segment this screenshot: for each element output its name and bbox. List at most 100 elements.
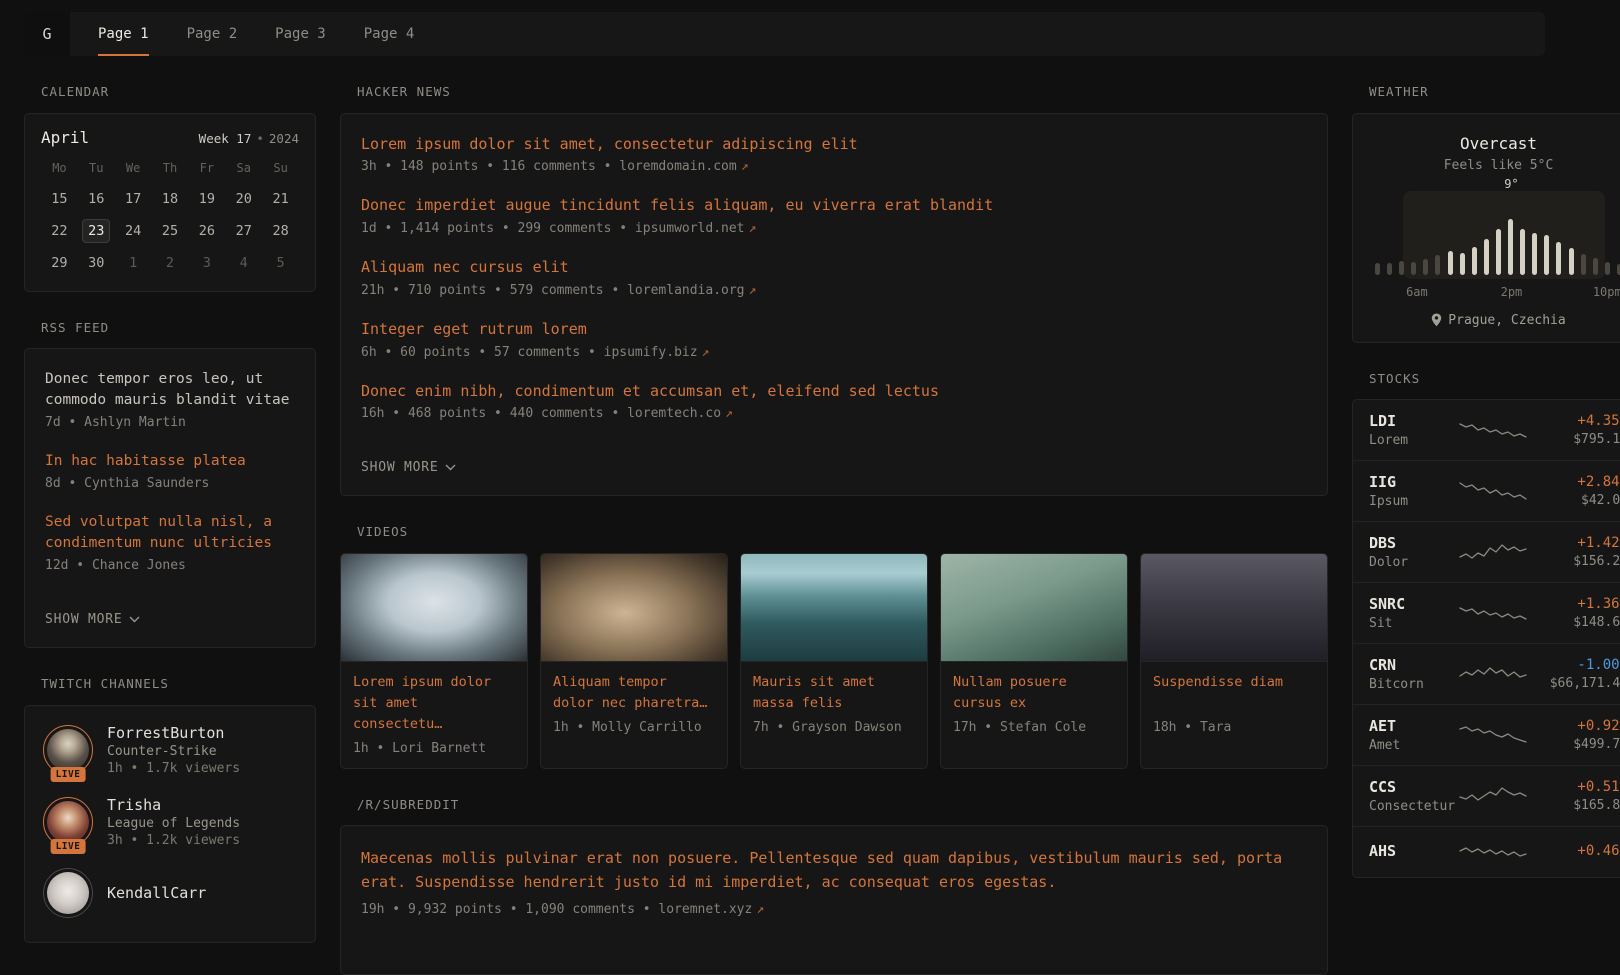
video-thumbnail[interactable]	[741, 554, 927, 662]
subreddit-section-title: /R/SUBREDDIT	[340, 799, 1328, 812]
video-thumbnail[interactable]	[941, 554, 1127, 662]
video-thumbnail[interactable]	[1141, 554, 1327, 662]
twitch-channel-name[interactable]: KendallCarr	[107, 884, 206, 902]
twitch-channel-name[interactable]: ForrestBurton	[107, 724, 240, 742]
stock-name: Dolor	[1369, 555, 1457, 570]
hn-item: Donec enim nibh, condimentum et accumsan…	[361, 381, 1307, 422]
hn-item-title[interactable]: Donec enim nibh, condimentum et accumsan…	[361, 381, 1307, 403]
hn-item: Donec imperdiet augue tincidunt felis al…	[361, 195, 1307, 236]
page-tabs: Page 1 Page 2 Page 3 Page 4	[70, 12, 414, 56]
stock-row: AHS +0.46%	[1353, 826, 1620, 877]
video-title[interactable]: Aliquam tempor dolor nec pharetra…	[553, 672, 715, 714]
twitch-widget: TWITCH CHANNELS LIVE ForrestBurton Count…	[24, 678, 316, 943]
stock-change: +0.46%	[1537, 843, 1620, 859]
stock-row: CRN Bitcorn -1.00% $66,171.48	[1353, 643, 1620, 704]
rss-show-more-button[interactable]: SHOW MORE	[45, 612, 140, 627]
tab-page-2[interactable]: Page 2	[187, 12, 238, 56]
weather-card: Overcast Feels like 5°C 9° 6am 2pm 10pm	[1352, 113, 1620, 343]
hn-item-title[interactable]: Aliquam nec cursus elit	[361, 257, 1307, 279]
twitch-channel-row[interactable]: KendallCarr	[25, 858, 315, 928]
chevron-down-icon	[445, 464, 456, 471]
daylight-highlight	[1403, 191, 1605, 279]
stock-name: Bitcorn	[1369, 677, 1457, 692]
rss-item-meta: 7d • Ashlyn Martin	[45, 415, 295, 430]
location-pin-icon	[1431, 313, 1442, 327]
calendar-grid: Mo Tu We Th Fr Sa Su 15 16 17 18 19 20 2…	[41, 161, 299, 275]
stock-sparkline	[1457, 661, 1529, 687]
hn-item: Aliquam nec cursus elit 21h • 710 points…	[361, 257, 1307, 298]
rss-item: Donec tempor eros leo, ut commodo mauris…	[45, 369, 295, 430]
reddit-post-title[interactable]: Maecenas mollis pulvinar erat non posuer…	[361, 846, 1307, 894]
video-card: Mauris sit amet massa felis 7h • Grayson…	[740, 553, 928, 769]
external-link-icon: ↗	[749, 221, 757, 236]
stock-sparkline	[1457, 539, 1529, 565]
external-link-icon: ↗	[741, 159, 749, 174]
calendar-day: 15	[41, 187, 78, 211]
video-title[interactable]: Nullam posuere cursus ex	[953, 672, 1115, 714]
stock-sparkline	[1457, 600, 1529, 626]
video-meta: 18h • Tara	[1153, 720, 1315, 735]
calendar-card: April Week 17•2024 Mo Tu We Th Fr Sa Su …	[24, 113, 316, 292]
weather-time-axis: 6am 2pm 10pm	[1369, 285, 1620, 300]
calendar-day-next-month: 3	[188, 251, 225, 275]
video-card: Suspendisse diam 18h • Tara	[1140, 553, 1328, 769]
stock-price: $165.84	[1537, 798, 1620, 813]
topbar: G Page 1 Page 2 Page 3 Page 4	[24, 12, 1545, 56]
rss-item-title[interactable]: In hac habitasse platea	[45, 451, 295, 472]
videos-widget: VIDEOS Lorem ipsum dolor sit amet consec…	[340, 526, 1328, 768]
tab-page-3[interactable]: Page 3	[275, 12, 326, 56]
stock-ticker: IIG	[1369, 473, 1457, 491]
hackernews-widget: HACKER NEWS Lorem ipsum dolor sit amet, …	[340, 86, 1328, 496]
rss-item-title[interactable]: Sed volutpat nulla nisl, a condimentum n…	[45, 512, 295, 554]
stock-price: $499.72	[1537, 737, 1620, 752]
video-meta: 17h • Stefan Cole	[953, 720, 1115, 735]
weekday-header: Mo	[41, 161, 78, 175]
hn-item: Integer eget rutrum lorem 6h • 60 points…	[361, 319, 1307, 360]
tab-page-1[interactable]: Page 1	[98, 12, 149, 56]
dot-separator: •	[256, 131, 264, 146]
video-card: Aliquam tempor dolor nec pharetra… 1h • …	[540, 553, 728, 769]
videos-section-title: VIDEOS	[340, 526, 1328, 539]
calendar-day: 21	[262, 187, 299, 211]
video-title[interactable]: Lorem ipsum dolor sit amet consectetu…	[353, 672, 515, 735]
dashboard-page: G Page 1 Page 2 Page 3 Page 4 CALENDAR A…	[24, 12, 1545, 975]
stock-sparkline	[1457, 783, 1529, 809]
calendar-day: 22	[41, 219, 78, 243]
app-logo[interactable]: G	[24, 12, 70, 56]
hn-item-title[interactable]: Integer eget rutrum lorem	[361, 319, 1307, 341]
rss-item-title[interactable]: Donec tempor eros leo, ut commodo mauris…	[45, 369, 295, 411]
stocks-widget: STOCKS LDI Lorem +4.35% $795.18	[1352, 373, 1620, 879]
calendar-day: 30	[78, 251, 115, 275]
weather-widget: WEATHER Overcast Feels like 5°C 9° 6am 2…	[1352, 86, 1620, 343]
twitch-channel-meta: 1h • 1.7k viewers	[107, 761, 240, 776]
hn-item-title[interactable]: Donec imperdiet augue tincidunt felis al…	[361, 195, 1307, 217]
stock-change: +2.84%	[1537, 474, 1620, 490]
video-title[interactable]: Mauris sit amet massa felis	[753, 672, 915, 714]
rss-item-meta: 8d • Cynthia Saunders	[45, 476, 295, 491]
twitch-channel-row[interactable]: LIVE Trisha League of Legends 3h • 1.2k …	[25, 786, 315, 858]
twitch-channel-row[interactable]: LIVE ForrestBurton Counter-Strike 1h • 1…	[25, 714, 315, 786]
calendar-day: 18	[152, 187, 189, 211]
twitch-avatar	[43, 868, 93, 918]
tab-page-4[interactable]: Page 4	[364, 12, 415, 56]
video-thumbnail[interactable]	[341, 554, 527, 662]
calendar-day: 20	[225, 187, 262, 211]
weather-peak-temp: 9°	[1504, 177, 1518, 191]
twitch-section-title: TWITCH CHANNELS	[24, 678, 316, 691]
video-title[interactable]: Suspendisse diam	[1153, 672, 1315, 714]
hackernews-show-more-button[interactable]: SHOW MORE	[361, 460, 456, 475]
rss-card: Donec tempor eros leo, ut commodo mauris…	[24, 348, 316, 648]
rss-item: Sed volutpat nulla nisl, a condimentum n…	[45, 512, 295, 573]
videos-scroll-row[interactable]: Lorem ipsum dolor sit amet consectetu… 1…	[340, 553, 1328, 769]
stocks-card: LDI Lorem +4.35% $795.18 IIG Ipsum	[1352, 399, 1620, 878]
calendar-day: 17	[115, 187, 152, 211]
video-thumbnail[interactable]	[541, 554, 727, 662]
rss-item-meta: 12d • Chance Jones	[45, 558, 295, 573]
stock-price: $66,171.48	[1537, 676, 1620, 691]
external-link-icon: ↗	[756, 902, 764, 917]
twitch-avatar: LIVE	[43, 797, 93, 847]
hn-item-title[interactable]: Lorem ipsum dolor sit amet, consectetur …	[361, 134, 1307, 156]
stock-change: +1.42%	[1537, 535, 1620, 551]
twitch-channel-name[interactable]: Trisha	[107, 796, 240, 814]
right-column: WEATHER Overcast Feels like 5°C 9° 6am 2…	[1352, 86, 1620, 878]
